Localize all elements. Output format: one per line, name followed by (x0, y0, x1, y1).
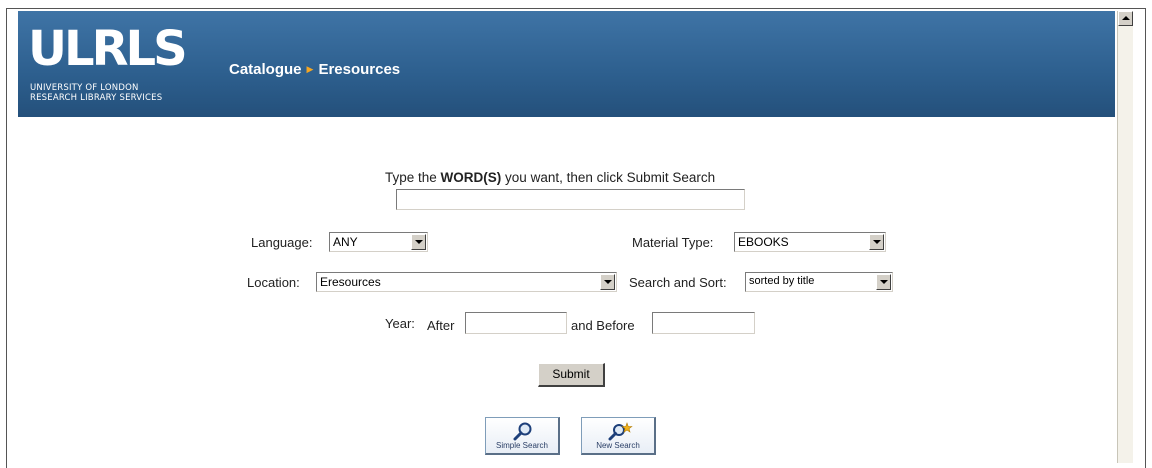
search-form: Type the WORD(S) you want, then click Su… (18, 117, 1115, 463)
scroll-up-arrow-icon[interactable] (1118, 11, 1133, 26)
year-label: Year: (385, 316, 415, 331)
breadcrumb-eresources[interactable]: Eresources (318, 61, 400, 78)
search-sort-label: Search and Sort: (629, 275, 727, 290)
prompt-text-end: you want, then click Submit Search (501, 170, 716, 185)
chevron-down-icon[interactable] (411, 234, 426, 250)
submit-button[interactable]: Submit (538, 363, 605, 387)
search-sort-select[interactable]: sorted by title (745, 272, 893, 292)
breadcrumb: Catalogue ▶ Eresources (229, 61, 400, 78)
prompt-text-bold: WORD(S) (440, 170, 502, 185)
after-label: After (427, 318, 455, 333)
language-label: Language: (251, 235, 313, 250)
new-search-label: New Search (596, 441, 640, 450)
logo-mark: ULRLS (28, 21, 188, 77)
search-prompt: Type the WORD(S) you want, then click Su… (385, 170, 715, 185)
location-value: Eresources (320, 275, 381, 289)
year-before-input[interactable] (652, 312, 755, 334)
catalogue-page: ULRLS UNIVERSITY OF LONDON RESEARCH LIBR… (18, 11, 1115, 463)
logo-line-1: UNIVERSITY OF LONDON (30, 83, 139, 93)
location-label: Location: (247, 275, 300, 290)
chevron-down-icon[interactable] (869, 234, 884, 250)
before-label: and Before (571, 318, 635, 333)
chevron-down-icon[interactable] (876, 274, 891, 290)
vertical-scrollbar[interactable] (1117, 11, 1133, 463)
location-select[interactable]: Eresources (316, 272, 617, 292)
material-type-select[interactable]: EBOOKS (734, 232, 886, 252)
search-input[interactable] (396, 189, 745, 210)
search-sort-value: sorted by title (749, 275, 815, 287)
breadcrumb-separator-icon: ▶ (306, 64, 314, 74)
chevron-down-icon[interactable] (600, 274, 615, 290)
language-value: ANY (333, 235, 358, 249)
language-select[interactable]: ANY (329, 232, 428, 252)
scroll-track[interactable] (1118, 26, 1133, 463)
breadcrumb-catalogue[interactable]: Catalogue (229, 61, 302, 78)
logo-subtitle: UNIVERSITY OF LONDON RESEARCH LIBRARY SE… (30, 83, 162, 103)
material-type-value: EBOOKS (738, 235, 789, 249)
simple-search-label: Simple Search (495, 441, 549, 450)
prompt-text-start: Type the (385, 170, 441, 185)
new-search-button[interactable]: New Search (581, 417, 656, 455)
simple-search-button[interactable]: Simple Search (485, 417, 560, 455)
header-banner: ULRLS UNIVERSITY OF LONDON RESEARCH LIBR… (18, 11, 1115, 117)
material-type-label: Material Type: (632, 235, 714, 250)
magnifier-icon (513, 422, 532, 441)
magnifier-sparkle-icon (608, 422, 633, 441)
logo-line-2: RESEARCH LIBRARY SERVICES (30, 93, 163, 103)
ulrls-logo[interactable]: ULRLS UNIVERSITY OF LONDON RESEARCH LIBR… (28, 23, 193, 115)
year-after-input[interactable] (465, 312, 567, 334)
